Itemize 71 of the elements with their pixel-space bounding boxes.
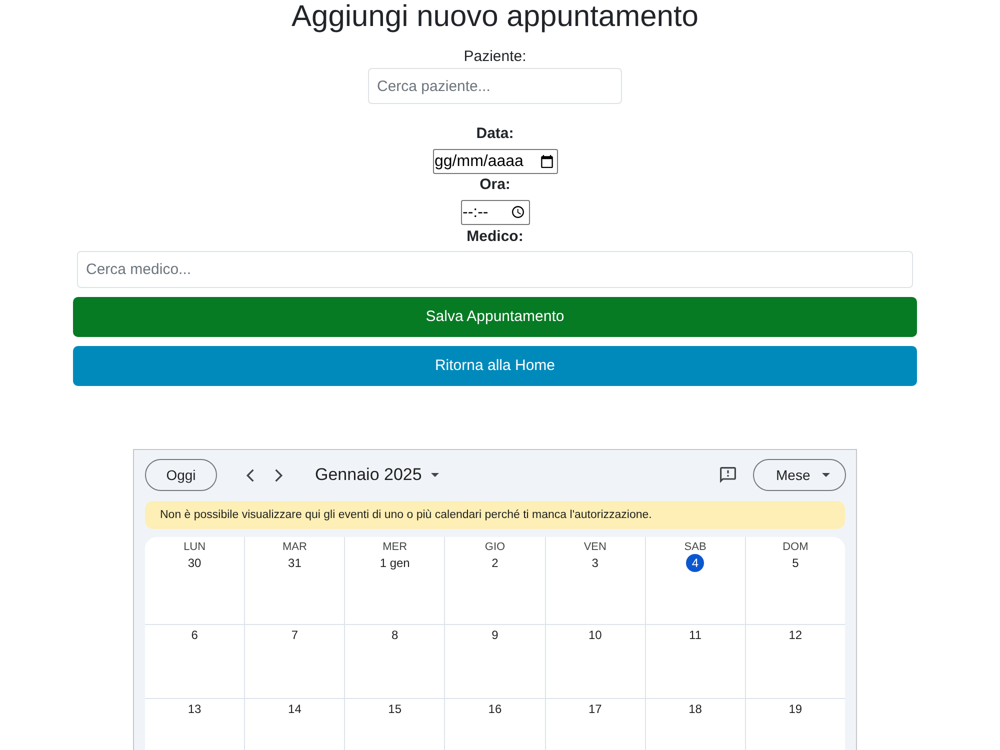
home-button[interactable]: Ritorna alla Home [73,346,917,386]
day-number[interactable]: 11 [686,626,704,644]
search-field[interactable]: Cerca paziente... [368,68,622,104]
weekday-label: GIO [484,540,506,554]
day-cell[interactable]: SAB 4 [646,537,746,625]
weekday-label: DOM [782,540,808,554]
chevron-right-icon[interactable] [275,468,283,482]
day-number[interactable]: 12 [786,626,804,644]
day-cell[interactable]: 14 [245,699,346,750]
weekday-label: SAB [684,540,706,554]
day-number[interactable]: 10 [586,626,604,644]
weekday-label: MER [382,540,408,554]
day-cell[interactable]: 17 [546,699,646,750]
day-cell[interactable]: 11 [646,625,746,699]
weekday-label: MAR [282,540,307,554]
calendar-icon[interactable] [540,155,552,168]
weekday-label: LUN [184,540,206,554]
field-label: Data: [476,124,514,144]
message-alert-icon[interactable] [720,467,736,483]
day-cell[interactable]: 12 [746,625,845,699]
field-label: Medico: [466,227,524,247]
day-number[interactable]: 6 [186,626,204,644]
day-cell[interactable]: MER 1 gen [345,537,446,625]
day-cell[interactable]: LUN 30 [145,537,246,625]
page-title: Aggiungi nuovo appuntamento [290,0,700,33]
search-field[interactable]: Cerca medico... [77,251,913,288]
view-dropdown-button[interactable]: Mese [753,459,846,491]
day-number[interactable]: 5 [786,554,804,572]
day-cell[interactable]: 18 [646,699,746,750]
day-cell[interactable]: MAR 31 [245,537,346,625]
day-number[interactable]: 30 [186,554,204,572]
save-button[interactable]: Salva Appuntamento [73,297,917,337]
day-cell[interactable]: GIO 2 [445,537,546,625]
day-cell[interactable]: 8 [345,625,446,699]
day-number[interactable]: 2 [486,554,504,572]
weekday-label: VEN [584,540,606,554]
day-cell[interactable]: 13 [145,699,246,750]
day-number[interactable]: 14 [286,700,304,718]
day-number[interactable]: 16 [486,700,504,718]
day-number[interactable]: 18 [686,700,704,718]
day-cell[interactable]: VEN 3 [546,537,646,625]
day-number[interactable]: 7 [286,626,304,644]
date-field[interactable]: gg/mm/aaaa [432,149,558,174]
day-number[interactable]: 4 [686,554,704,572]
day-cell[interactable]: 15 [345,699,446,750]
day-number[interactable]: 31 [286,554,304,572]
day-number[interactable]: 15 [386,700,404,718]
caret-icon [822,473,830,477]
today-button[interactable]: Oggi [145,459,217,491]
day-cell[interactable]: 6 [145,625,246,699]
clock-icon[interactable] [512,206,524,218]
day-number[interactable]: 19 [786,700,804,718]
day-number[interactable]: 3 [586,554,604,572]
day-cell[interactable]: 7 [245,625,346,699]
time-field[interactable]: --:-- [460,200,530,225]
day-number[interactable]: 8 [386,626,404,644]
permission-notice: Non è possibile visualizzare qui gli eventi di uno o più calendari perché ti manca l'autorizzazione. [145,501,845,529]
field-label: Paziente: [464,47,526,67]
day-cell[interactable]: 10 [546,625,646,699]
month-picker-button[interactable]: Gennaio 2025 [315,462,439,488]
day-cell[interactable]: 16 [445,699,546,750]
day-cell[interactable]: 19 [746,699,845,750]
day-number[interactable]: 1 gen [378,554,412,572]
day-number[interactable]: 9 [486,626,504,644]
day-cell[interactable]: 9 [445,625,546,699]
field-label: Ora: [480,175,510,195]
chevron-left-icon[interactable] [246,468,254,482]
caret-icon [430,473,439,477]
day-number[interactable]: 13 [186,700,204,718]
day-cell[interactable]: DOM 5 [746,537,845,625]
day-number[interactable]: 17 [586,700,604,718]
